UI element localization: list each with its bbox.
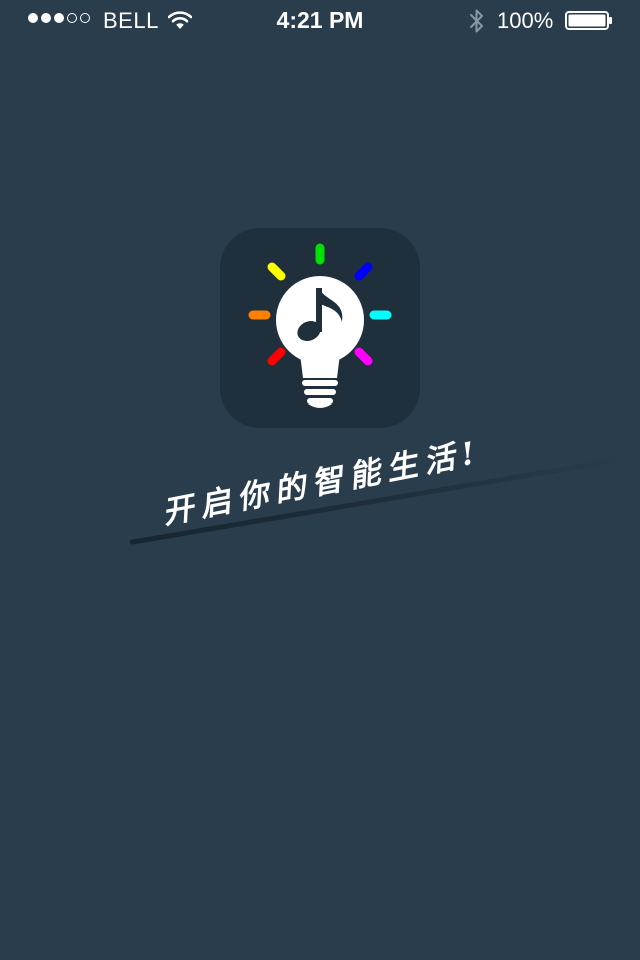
bluetooth-icon bbox=[470, 9, 483, 33]
ray-top-left bbox=[267, 262, 286, 281]
slogan-text: 开启你的智能生活! bbox=[159, 434, 485, 532]
battery-icon bbox=[565, 11, 612, 30]
battery-percentage: 100% bbox=[497, 8, 554, 33]
status-bar: BELL 4:21 PM 100% bbox=[0, 0, 640, 40]
ray-bottom-left bbox=[267, 347, 286, 366]
slogan-underline bbox=[129, 456, 624, 545]
slogan-area: 开启你的智能生活! bbox=[0, 0, 640, 960]
lightbulb-music-note-icon bbox=[248, 243, 392, 408]
ray-bottom-right bbox=[354, 347, 373, 366]
app-logo bbox=[220, 228, 420, 428]
ray-top-right bbox=[354, 262, 373, 281]
